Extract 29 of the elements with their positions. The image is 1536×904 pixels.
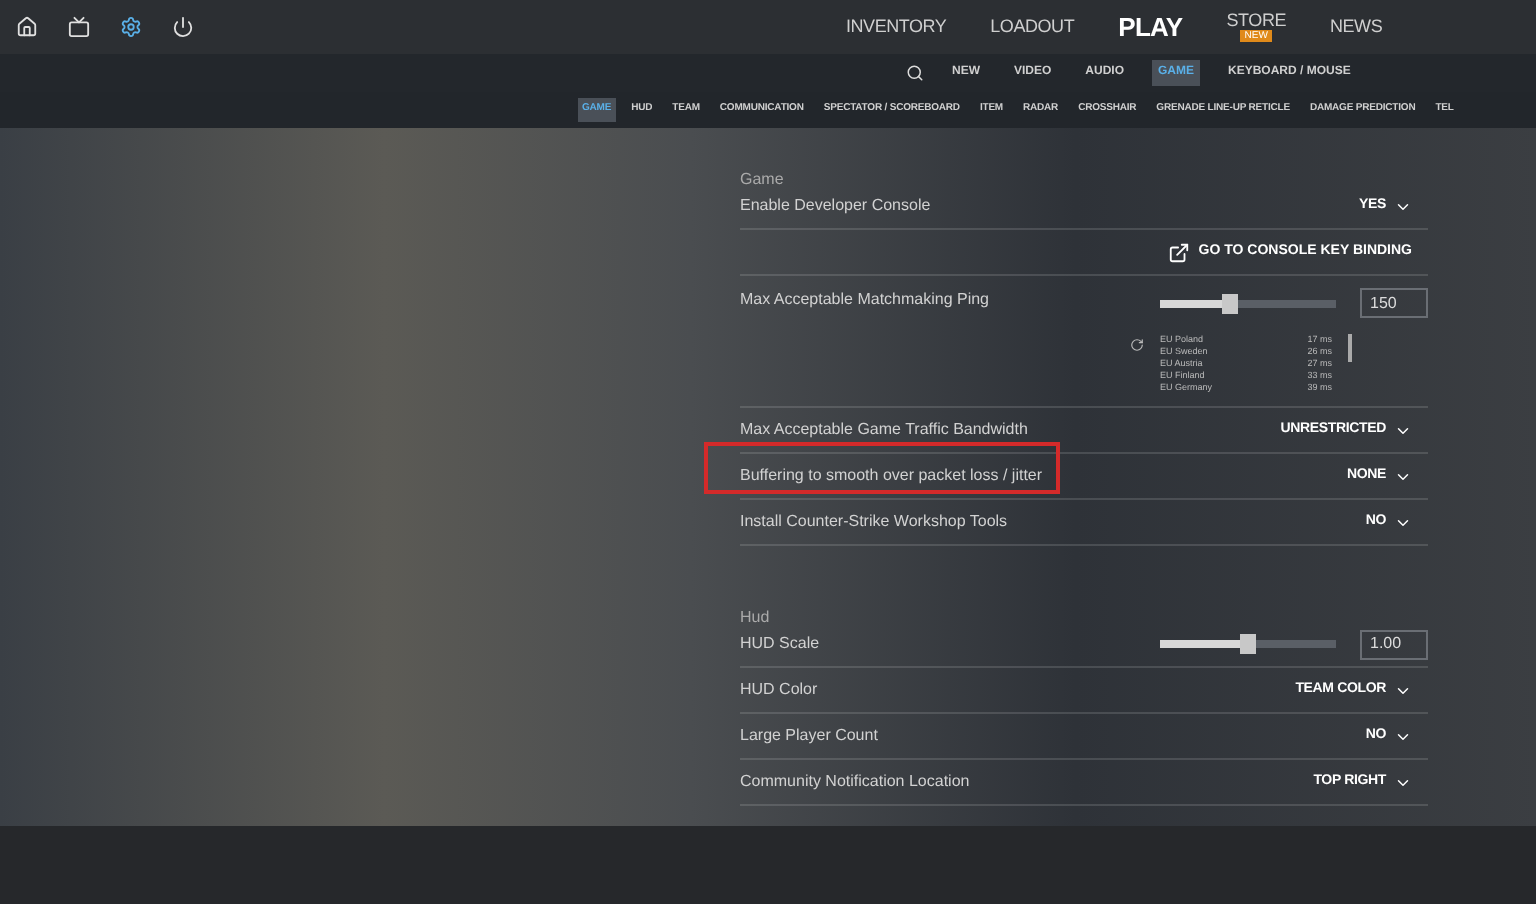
nav-tab[interactable]: NEWS xyxy=(1330,18,1383,36)
setting-label: Install Counter-Strike Workshop Tools xyxy=(740,510,1008,534)
nav-tab[interactable]: LOADOUT xyxy=(990,18,1075,36)
slider-track[interactable] xyxy=(1160,640,1336,648)
setting-label: Community Notification Location xyxy=(740,770,970,794)
scrollbar[interactable] xyxy=(1348,334,1352,362)
nav-tab[interactable]: STORE xyxy=(1226,12,1286,30)
settings-icon[interactable] xyxy=(120,16,142,38)
section-title: Game xyxy=(740,170,784,188)
home-icon[interactable] xyxy=(16,16,38,38)
value-field[interactable]: 1.00 xyxy=(1360,629,1428,659)
setting-label: Large Player Count xyxy=(740,724,878,748)
external-link-icon xyxy=(1168,241,1191,263)
setting-label: Max Acceptable Matchmaking Ping xyxy=(740,288,990,312)
power-icon[interactable] xyxy=(172,16,194,38)
setting-label: HUD Scale xyxy=(740,632,820,656)
tv-icon[interactable] xyxy=(68,16,90,38)
section-title: Hud xyxy=(740,608,770,626)
setting-label: Enable Developer Console xyxy=(740,194,931,218)
value-field[interactable]: 150 xyxy=(1360,288,1428,318)
refresh-icon[interactable] xyxy=(1130,338,1144,352)
slider-thumb[interactable] xyxy=(1222,293,1239,313)
setting-label: HUD Color xyxy=(740,678,818,702)
setting-label: Max Acceptable Game Traffic Bandwidth xyxy=(740,418,1028,442)
search-icon[interactable] xyxy=(906,64,924,82)
setting-label: Buffering to smooth over packet loss / jitter xyxy=(740,464,1043,488)
nav-tab[interactable]: INVENTORY xyxy=(846,18,947,36)
slider-thumb[interactable] xyxy=(1240,634,1256,654)
nav-tab[interactable]: PLAY xyxy=(1118,14,1183,40)
